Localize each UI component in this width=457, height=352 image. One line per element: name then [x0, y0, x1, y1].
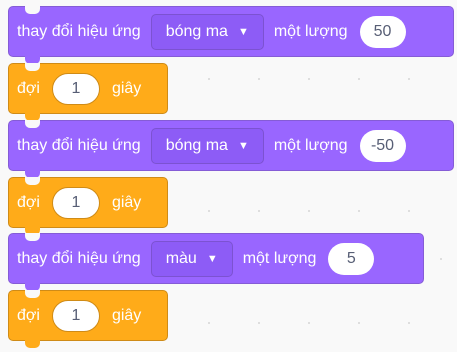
wait-block[interactable]: đợi 1 giây — [8, 290, 168, 348]
block-tab — [25, 340, 40, 348]
grid-dot — [358, 210, 360, 212]
block-label: thay đổi hiệu ứng — [17, 249, 141, 267]
wait-block[interactable]: đợi 1 giây — [8, 63, 168, 121]
block-label: giây — [111, 306, 142, 324]
grid-dot — [258, 210, 260, 212]
grid-dot — [358, 78, 360, 80]
amount-input[interactable]: -50 — [359, 129, 406, 162]
caret-down-icon: ▼ — [237, 139, 249, 152]
effect-dropdown[interactable]: bóng ma ▼ — [150, 13, 264, 50]
seconds-input[interactable]: 1 — [51, 72, 100, 105]
grid-dot — [308, 322, 310, 324]
grid-dot — [440, 258, 442, 260]
grid-dot — [258, 78, 260, 80]
block-content: thay đổi hiệu ứng bóng ma ▼ một lượng 50 — [17, 7, 418, 56]
block-label: đợi — [17, 79, 40, 97]
grid-dot — [208, 210, 210, 212]
block-label: giây — [111, 193, 142, 211]
grid-dot — [358, 322, 360, 324]
effect-dropdown[interactable]: màu ▼ — [150, 240, 233, 277]
change-effect-block[interactable]: thay đổi hiệu ứng màu ▼ một lượng 5 — [8, 233, 424, 291]
amount-input[interactable]: 50 — [359, 15, 406, 48]
effect-dropdown-value: bóng ma — [165, 22, 228, 40]
effect-dropdown[interactable]: bóng ma ▼ — [150, 127, 264, 164]
effect-dropdown-value: bóng ma — [165, 136, 228, 154]
caret-down-icon: ▼ — [206, 252, 218, 265]
grid-dot — [308, 210, 310, 212]
amount-input[interactable]: 5 — [328, 242, 375, 275]
grid-dot — [258, 322, 260, 324]
change-effect-block[interactable]: thay đổi hiệu ứng bóng ma ▼ một lượng -5… — [8, 120, 454, 178]
block-label: thay đổi hiệu ứng — [17, 136, 141, 154]
block-content: thay đổi hiệu ứng màu ▼ một lượng 5 — [17, 234, 386, 283]
block-label: một lượng — [242, 249, 317, 267]
seconds-input[interactable]: 1 — [51, 299, 100, 332]
block-label: giây — [111, 79, 142, 97]
block-content: thay đổi hiệu ứng bóng ma ▼ một lượng -5… — [17, 121, 418, 170]
grid-dot — [408, 78, 410, 80]
grid-dot — [408, 322, 410, 324]
caret-down-icon: ▼ — [237, 25, 249, 38]
effect-dropdown-value: màu — [165, 249, 197, 267]
block-content: đợi 1 giây — [17, 291, 141, 340]
block-content: đợi 1 giây — [17, 178, 141, 227]
grid-dot — [208, 322, 210, 324]
grid-dot — [208, 78, 210, 80]
block-label: đợi — [17, 306, 40, 324]
grid-dot — [308, 78, 310, 80]
block-label: đợi — [17, 193, 40, 211]
grid-dot — [408, 210, 410, 212]
block-label: một lượng — [273, 136, 348, 154]
block-label: thay đổi hiệu ứng — [17, 22, 141, 40]
seconds-input[interactable]: 1 — [51, 186, 100, 219]
block-label: một lượng — [273, 22, 348, 40]
change-effect-block[interactable]: thay đổi hiệu ứng bóng ma ▼ một lượng 50 — [8, 6, 454, 64]
wait-block[interactable]: đợi 1 giây — [8, 177, 168, 235]
block-content: đợi 1 giây — [17, 64, 141, 113]
